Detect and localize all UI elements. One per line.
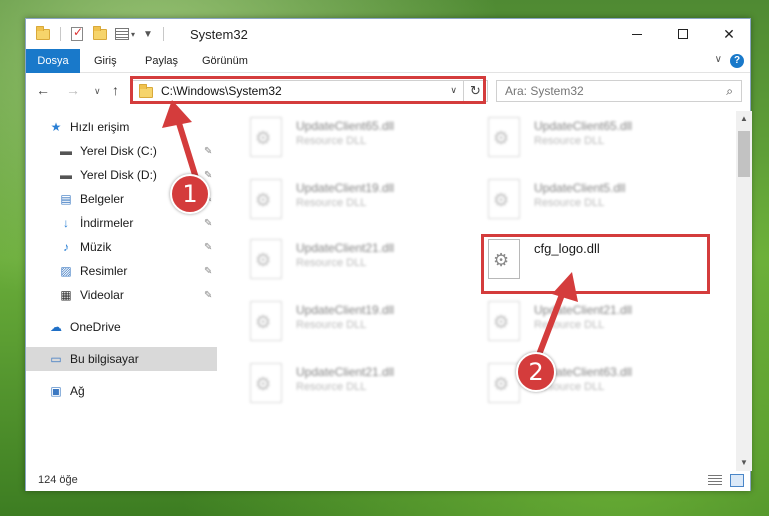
arrow-2 [537, 272, 578, 355]
step-1-badge: 1 [170, 174, 210, 214]
annotation-arrows [162, 100, 578, 355]
arrow-1 [162, 100, 199, 181]
step-2-badge: 2 [516, 352, 556, 392]
